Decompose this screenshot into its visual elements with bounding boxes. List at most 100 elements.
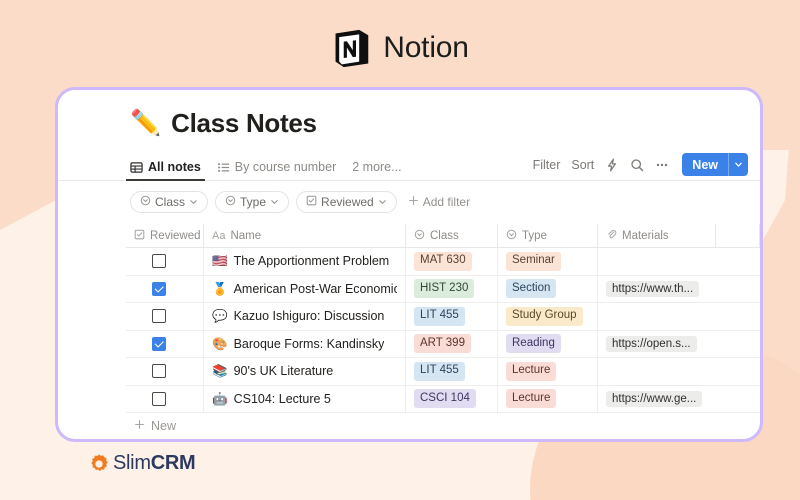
class-tag: LIT 455 [414, 306, 465, 326]
cell-type[interactable]: Section [498, 275, 598, 302]
new-row-button[interactable]: New [126, 413, 760, 439]
filter-pill-reviewed[interactable]: Reviewed [296, 191, 397, 213]
column-header-materials-label: Materials [622, 229, 669, 242]
cell-reviewed [126, 385, 204, 412]
material-link[interactable]: https://www.ge... [606, 390, 703, 407]
filter-pills-row: Class Type Reviewed Add filter [58, 190, 760, 214]
type-tag: Lecture [506, 361, 557, 381]
select-property-icon [140, 195, 151, 209]
tab-by-course-number[interactable]: By course number [217, 160, 336, 180]
cell-class[interactable]: ART 399 [406, 330, 498, 357]
search-icon[interactable] [630, 158, 644, 172]
reviewed-checkbox[interactable] [152, 309, 166, 324]
cell-class[interactable]: LIT 455 [406, 358, 498, 385]
table-row[interactable]: 💬 Kazuo Ishiguro: Discussion LIT 455 Study … [126, 303, 760, 331]
cell-type[interactable]: Seminar [498, 248, 598, 275]
row-name-label: American Post-War Economics [233, 281, 397, 296]
cell-name[interactable]: 💬 Kazuo Ishiguro: Discussion [204, 303, 406, 330]
class-tag: LIT 455 [414, 361, 465, 381]
cell-materials[interactable]: https://www.th... [598, 276, 716, 303]
cell-class[interactable]: LIT 455 [406, 303, 498, 330]
cell-spacer [716, 358, 760, 385]
cell-materials[interactable]: https://open.s... [598, 331, 716, 358]
plus-icon [134, 419, 145, 433]
column-header-materials[interactable]: Materials [598, 224, 716, 247]
column-header-name-label: Name [230, 229, 262, 242]
slimcrm-wordmark: SlimCRM [113, 452, 196, 475]
class-tag: MAT 630 [414, 251, 472, 271]
cell-class[interactable]: HIST 230 [406, 275, 498, 302]
tab-all-notes-label: All notes [148, 160, 201, 174]
table-row[interactable]: 🏅 American Post-War Economics HIST 230 Sect… [126, 275, 760, 303]
table-row[interactable]: 🤖 CS104: Lecture 5 CSCI 104 Lecture https://… [126, 385, 760, 413]
cell-materials[interactable]: https://www.ge... [598, 386, 716, 413]
filter-pill-type[interactable]: Type [215, 191, 290, 213]
table-row[interactable]: 🇺🇸 The Apportionment Problem MAT 630 Semina… [126, 248, 760, 276]
cell-materials[interactable] [598, 303, 716, 330]
material-link[interactable]: https://open.s... [606, 335, 697, 352]
cell-spacer [716, 248, 760, 275]
list-view-icon [217, 161, 230, 174]
filter-pill-class[interactable]: Class [130, 191, 209, 213]
select-property-icon [506, 229, 517, 243]
view-tabs-row: All notes By course number 2 more... Fil… [58, 151, 760, 181]
filter-button[interactable]: Filter [533, 158, 561, 172]
reviewed-checkbox[interactable] [152, 336, 166, 351]
cell-materials[interactable] [598, 248, 716, 275]
table-toolbar: Filter Sort New [533, 153, 748, 180]
row-name-label: CS104: Lecture 5 [233, 391, 331, 406]
type-tag: Reading [506, 334, 561, 353]
filter-pill-type-label: Type [240, 195, 267, 209]
row-name-label: 90's UK Literature [233, 364, 334, 379]
tab-all-notes[interactable]: All notes [126, 160, 205, 181]
ellipsis-icon[interactable] [655, 158, 669, 172]
chevron-down-icon[interactable] [728, 153, 748, 176]
add-filter-button[interactable]: Add filter [408, 195, 470, 209]
cell-reviewed [126, 303, 204, 330]
reviewed-checkbox[interactable] [152, 364, 166, 379]
filter-pill-reviewed-label: Reviewed [321, 195, 374, 209]
column-header-reviewed-label: Reviewed [150, 229, 201, 242]
reviewed-checkbox[interactable] [152, 391, 166, 406]
column-header-name[interactable]: Aa Name [204, 224, 406, 247]
chevron-down-icon [270, 195, 279, 209]
row-emoji-icon: 🇺🇸 [212, 254, 228, 268]
paperclip-icon [606, 229, 617, 243]
cell-class[interactable]: MAT 630 [406, 248, 498, 275]
cell-type[interactable]: Lecture [498, 385, 598, 412]
cell-name[interactable]: 🏅 American Post-War Economics [204, 275, 406, 302]
column-header-type-label: Type [522, 229, 547, 242]
cell-materials[interactable] [598, 358, 716, 385]
cell-class[interactable]: CSCI 104 [406, 385, 498, 412]
cell-type[interactable]: Study Group [498, 303, 598, 330]
class-tag: ART 399 [414, 334, 471, 353]
new-button[interactable]: New [682, 153, 728, 176]
cell-type[interactable]: Reading [498, 330, 598, 357]
type-tag: Seminar [506, 251, 561, 271]
material-link[interactable]: https://www.th... [606, 280, 700, 297]
cell-name[interactable]: 🎨 Baroque Forms: Kandinsky [204, 330, 406, 357]
slimcrm-word-crm: CRM [150, 452, 196, 474]
table-row[interactable]: 📚 90's UK Literature LIT 455 Lecture [126, 358, 760, 386]
cell-type[interactable]: Lecture [498, 358, 598, 385]
new-button-group: New [682, 153, 748, 176]
page-title: ✏️ Class Notes [58, 108, 760, 139]
column-header-class[interactable]: Class [406, 224, 498, 247]
column-header-reviewed[interactable]: Reviewed [126, 224, 204, 247]
cell-name[interactable]: 📚 90's UK Literature [204, 358, 406, 385]
tabs-more-link[interactable]: 2 more... [352, 160, 401, 180]
checkbox-property-icon [306, 195, 317, 209]
reviewed-checkbox[interactable] [152, 254, 166, 269]
cell-reviewed [126, 358, 204, 385]
table-row[interactable]: 🎨 Baroque Forms: Kandinsky ART 399 Reading h… [126, 330, 760, 358]
column-header-type[interactable]: Type [498, 224, 598, 247]
sort-button[interactable]: Sort [571, 158, 594, 172]
lightning-bolt-icon[interactable] [605, 158, 619, 172]
cell-name[interactable]: 🇺🇸 The Apportionment Problem [204, 248, 406, 275]
slimcrm-word-slim: Slim [113, 452, 151, 474]
cell-name[interactable]: 🤖 CS104: Lecture 5 [204, 385, 406, 412]
row-emoji-icon: 📚 [212, 364, 228, 378]
title-property-icon: Aa [212, 229, 226, 242]
pencil-icon: ✏️ [130, 109, 162, 137]
reviewed-checkbox[interactable] [152, 281, 166, 296]
